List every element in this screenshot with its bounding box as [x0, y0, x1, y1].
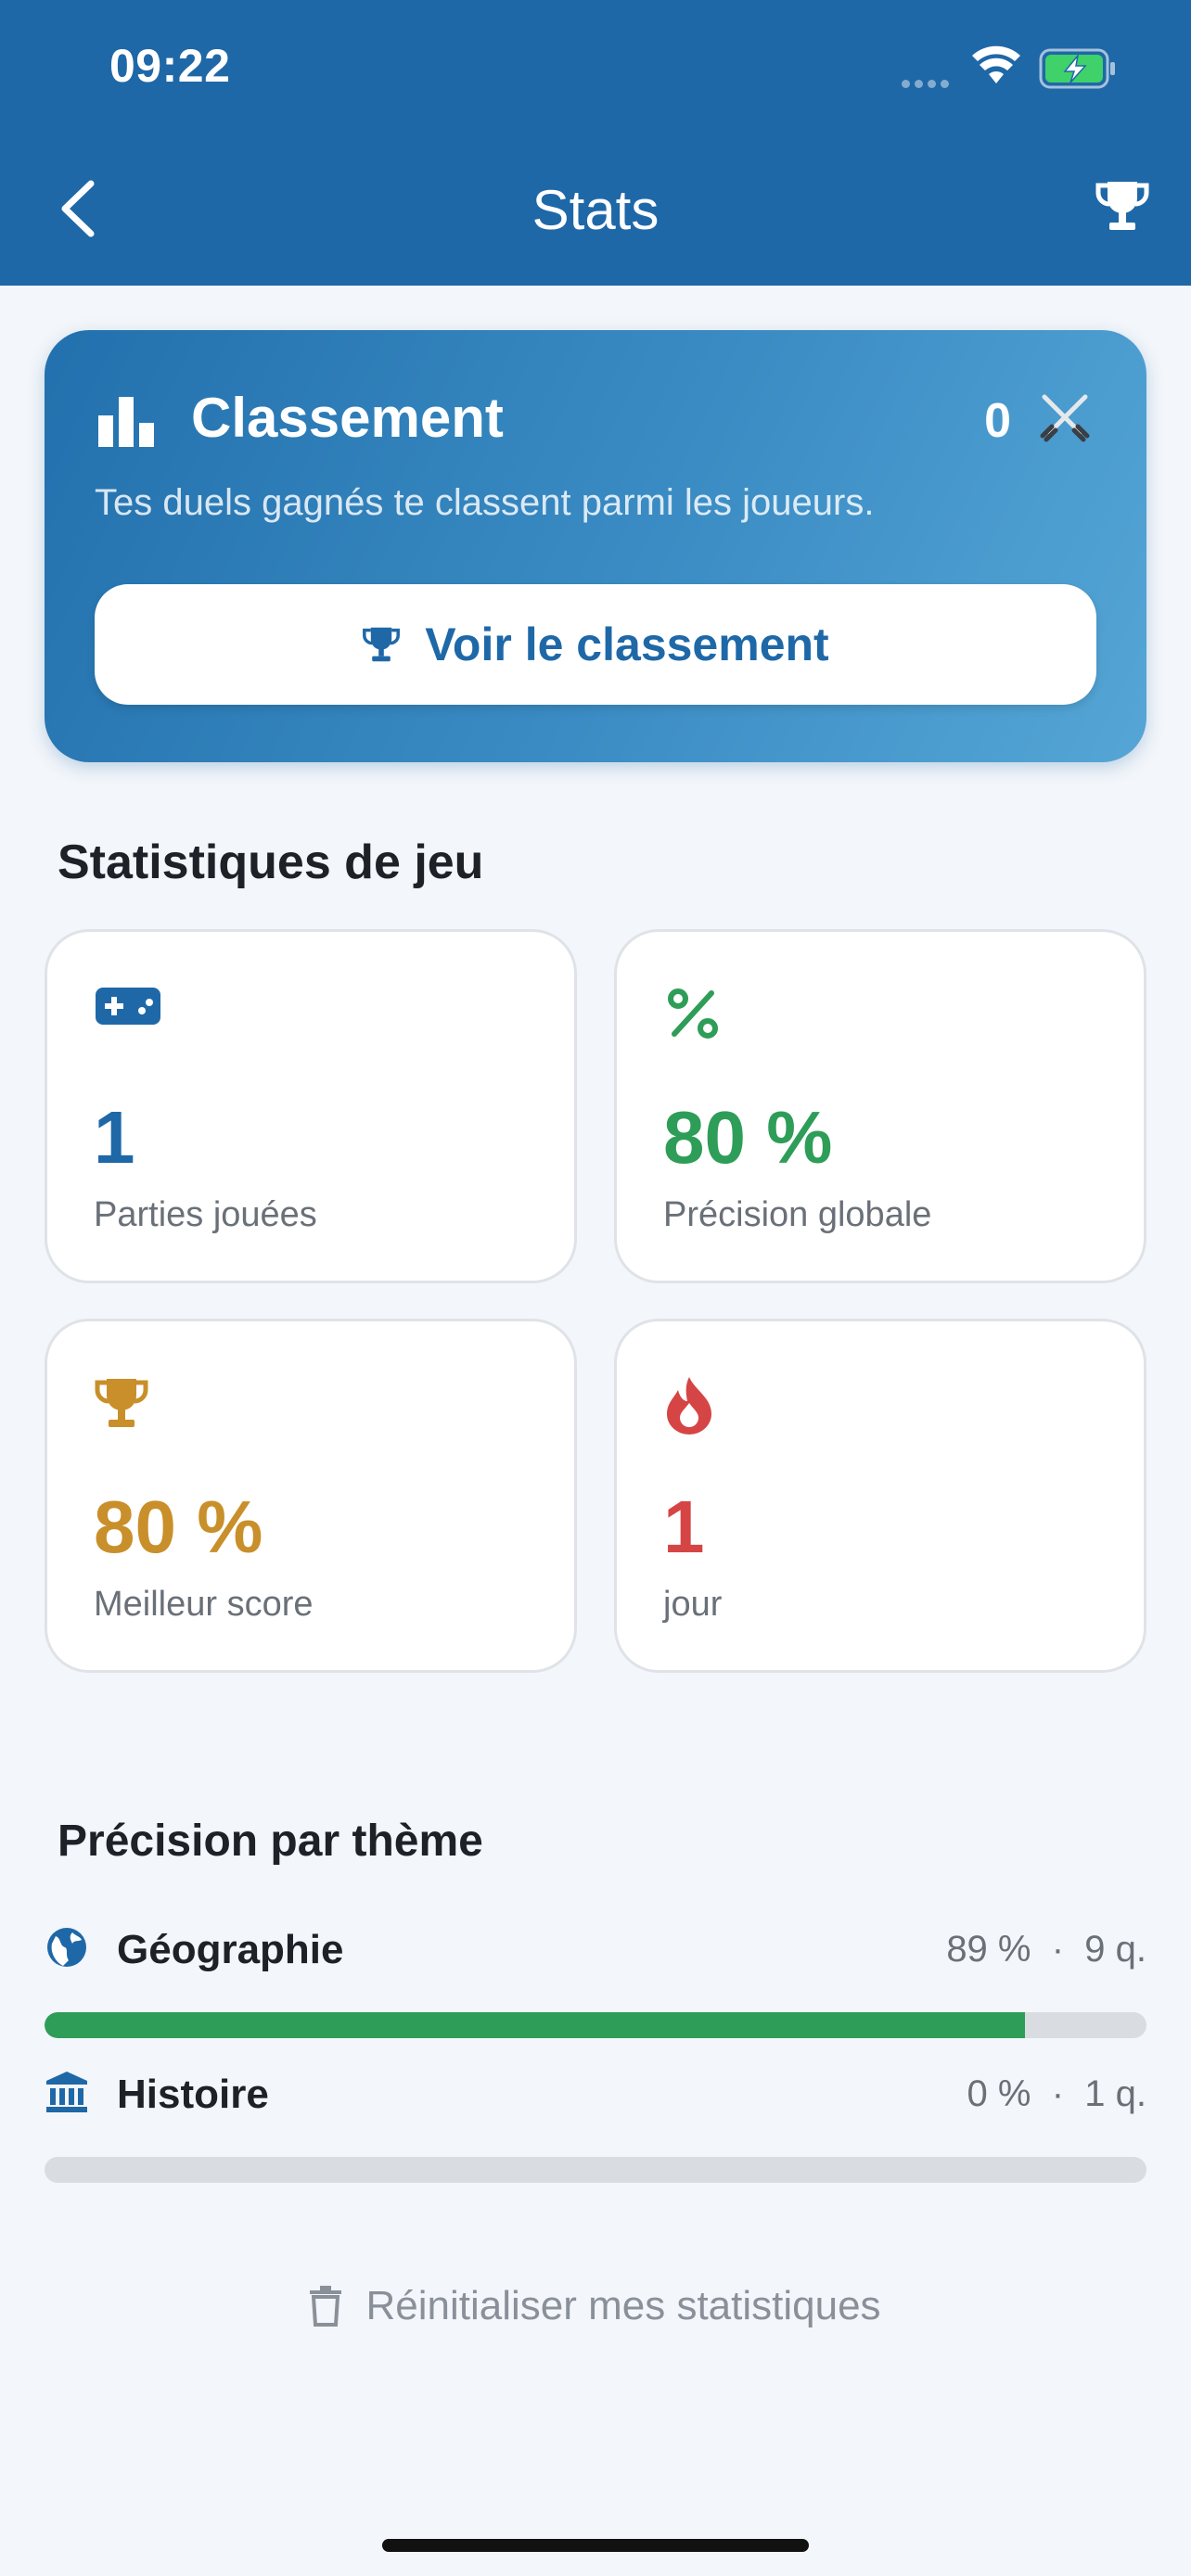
theme-name: Histoire: [117, 2072, 269, 2117]
theme-progress-bar: [45, 2157, 1146, 2183]
stat-label: Parties jouées: [94, 1195, 317, 1234]
view-ranking-label: Voir le classement: [425, 618, 829, 670]
leaderboard-button[interactable]: [1095, 178, 1154, 237]
themes-title: Précision par thème: [58, 1817, 483, 1866]
wifi-icon: [972, 45, 1020, 83]
trash-icon: [310, 2286, 342, 2327]
stat-value: 80 %: [94, 1486, 263, 1568]
theme-progress-bar: [45, 2012, 1146, 2038]
ranking-title: Classement: [191, 387, 504, 449]
reset-stats-label: Réinitialiser mes statistiques: [365, 2283, 881, 2328]
flame-icon: [667, 1377, 711, 1435]
battery-charging-icon: [1039, 48, 1115, 89]
theme-percent: 89 %: [946, 1929, 1031, 1970]
theme-question-count: 1 q.: [1084, 2073, 1146, 2114]
crossed-swords-icon: [1040, 394, 1090, 442]
trophy-icon: [363, 627, 401, 662]
theme-meta: 0 % · 1 q.: [967, 2073, 1146, 2115]
theme-meta: 89 % · 9 q.: [946, 1929, 1146, 1970]
game-stats-title: Statistiques de jeu: [58, 835, 484, 889]
stat-value: 1: [94, 1096, 135, 1179]
stat-card-games-played: 1 Parties jouées: [45, 929, 577, 1283]
app-header: 09:22 Stats: [0, 0, 1191, 286]
home-indicator[interactable]: [382, 2539, 809, 2552]
reset-stats-button[interactable]: Réinitialiser mes statistiques: [0, 2283, 1191, 2329]
percent-icon: [668, 988, 718, 1039]
page-title: Stats: [531, 179, 660, 241]
stat-label: Meilleur score: [94, 1585, 314, 1624]
stat-value: 80 %: [663, 1096, 833, 1179]
view-ranking-button[interactable]: Voir le classement: [95, 584, 1096, 705]
trophy-icon: [1095, 182, 1149, 230]
stat-card-best-score: 80 % Meilleur score: [45, 1319, 577, 1673]
theme-percent: 0 %: [967, 2073, 1031, 2114]
stat-card-streak: 1 jour: [614, 1319, 1146, 1673]
cellular-signal-icon: [902, 76, 954, 93]
status-time: 09:22: [109, 40, 231, 92]
stat-value: 1: [663, 1486, 705, 1568]
stat-label: Précision globale: [663, 1195, 932, 1234]
stat-card-accuracy: 80 % Précision globale: [614, 929, 1146, 1283]
ranking-description: Tes duels gagnés te classent parmi les j…: [95, 482, 875, 523]
duel-wins-count: 0: [984, 394, 1011, 448]
theme-name: Géographie: [117, 1927, 344, 1972]
theme-separator: ·: [1051, 2073, 1065, 2114]
ranking-card: Classement 0 Tes duels gagnés te classen…: [45, 330, 1146, 762]
globe-icon: [47, 1928, 86, 1967]
bar-chart-icon: [98, 397, 154, 447]
theme-question-count: 9 q.: [1084, 1929, 1146, 1970]
stat-label: jour: [663, 1585, 723, 1624]
trophy-icon: [95, 1379, 148, 1427]
gamepad-icon: [96, 988, 160, 1025]
theme-separator: ·: [1051, 1929, 1065, 1970]
theme-progress-fill: [45, 2012, 1026, 2038]
museum-icon: [46, 2072, 87, 2112]
